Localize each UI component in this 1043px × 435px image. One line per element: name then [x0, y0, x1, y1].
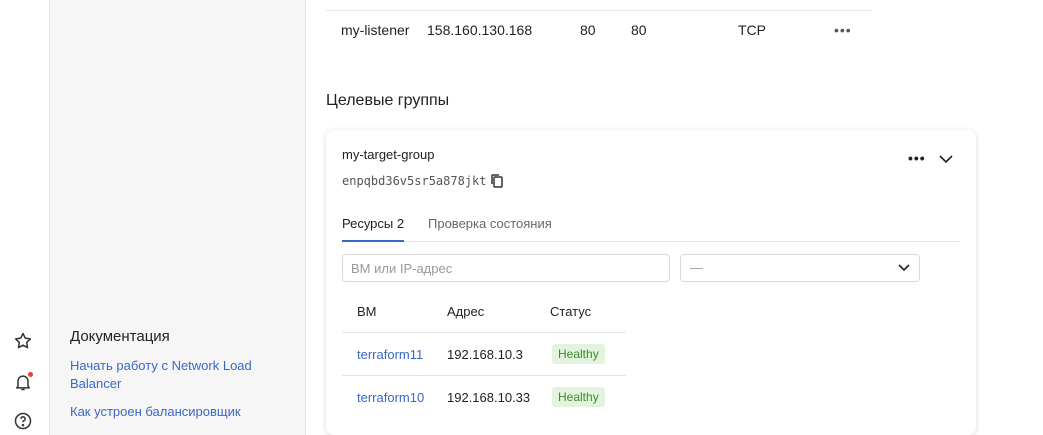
copy-icon[interactable]: [490, 173, 504, 189]
vm-link[interactable]: terraform10: [357, 390, 424, 405]
tabs: Ресурсы 2 Проверка состояния: [342, 210, 960, 242]
chevron-down-icon[interactable]: [938, 152, 954, 166]
search-input[interactable]: [342, 254, 670, 282]
column-header-status: Статус: [550, 304, 592, 319]
left-panel: Документация Начать работу с Network Loa…: [50, 0, 306, 435]
table-header: ВМ Адрес Статус: [342, 290, 626, 333]
status-badge: Healthy: [552, 387, 605, 407]
docs-title: Документация: [70, 328, 170, 345]
target-group-name: my-target-group: [342, 147, 435, 162]
left-rail: [0, 0, 50, 435]
listener-port: 80: [580, 22, 596, 38]
select-value: —: [690, 260, 703, 275]
vm-address: 192.168.10.33: [447, 390, 531, 405]
table-row: terraform10 192.168.10.33 Healthy: [342, 376, 626, 419]
status-select[interactable]: —: [680, 254, 920, 282]
docs-link-how-it-works[interactable]: Как устроен балансировщик: [70, 403, 270, 421]
notification-dot: [28, 372, 33, 377]
vm-address: 192.168.10.3: [447, 347, 523, 362]
listener-address: 158.160.130.168: [427, 22, 533, 38]
active-tab-indicator: [342, 240, 404, 242]
help-icon[interactable]: [12, 410, 34, 432]
vm-link[interactable]: terraform11: [357, 347, 423, 362]
status-badge: Healthy: [552, 344, 605, 364]
chevron-down-icon: [898, 264, 910, 272]
listener-name: my-listener: [341, 22, 410, 38]
section-title: Целевые группы: [326, 92, 450, 109]
divider: [326, 10, 872, 11]
target-group-id: enpqbd36v5sr5a878jkt: [342, 174, 487, 188]
listener-target-port: 80: [631, 22, 647, 38]
bell-icon[interactable]: [12, 371, 34, 393]
tab-health-check[interactable]: Проверка состояния: [428, 216, 552, 231]
table-row: terraform11 192.168.10.3 Healthy: [342, 333, 626, 376]
column-header-address: Адрес: [447, 304, 485, 319]
docs-link-getting-started[interactable]: Начать работу с Network Load Balancer: [70, 357, 270, 393]
main-content: my-listener 158.160.130.168 80 80 TCP ••…: [306, 0, 1043, 435]
column-header-vm: ВМ: [357, 304, 377, 319]
card-more-button[interactable]: •••: [908, 150, 926, 166]
target-group-card: my-target-group enpqbd36v5sr5a878jkt •••…: [326, 130, 976, 435]
listener-more-button[interactable]: •••: [834, 22, 852, 38]
tab-resources[interactable]: Ресурсы 2: [342, 216, 404, 231]
listener-protocol: TCP: [738, 22, 766, 38]
star-icon[interactable]: [12, 330, 34, 352]
